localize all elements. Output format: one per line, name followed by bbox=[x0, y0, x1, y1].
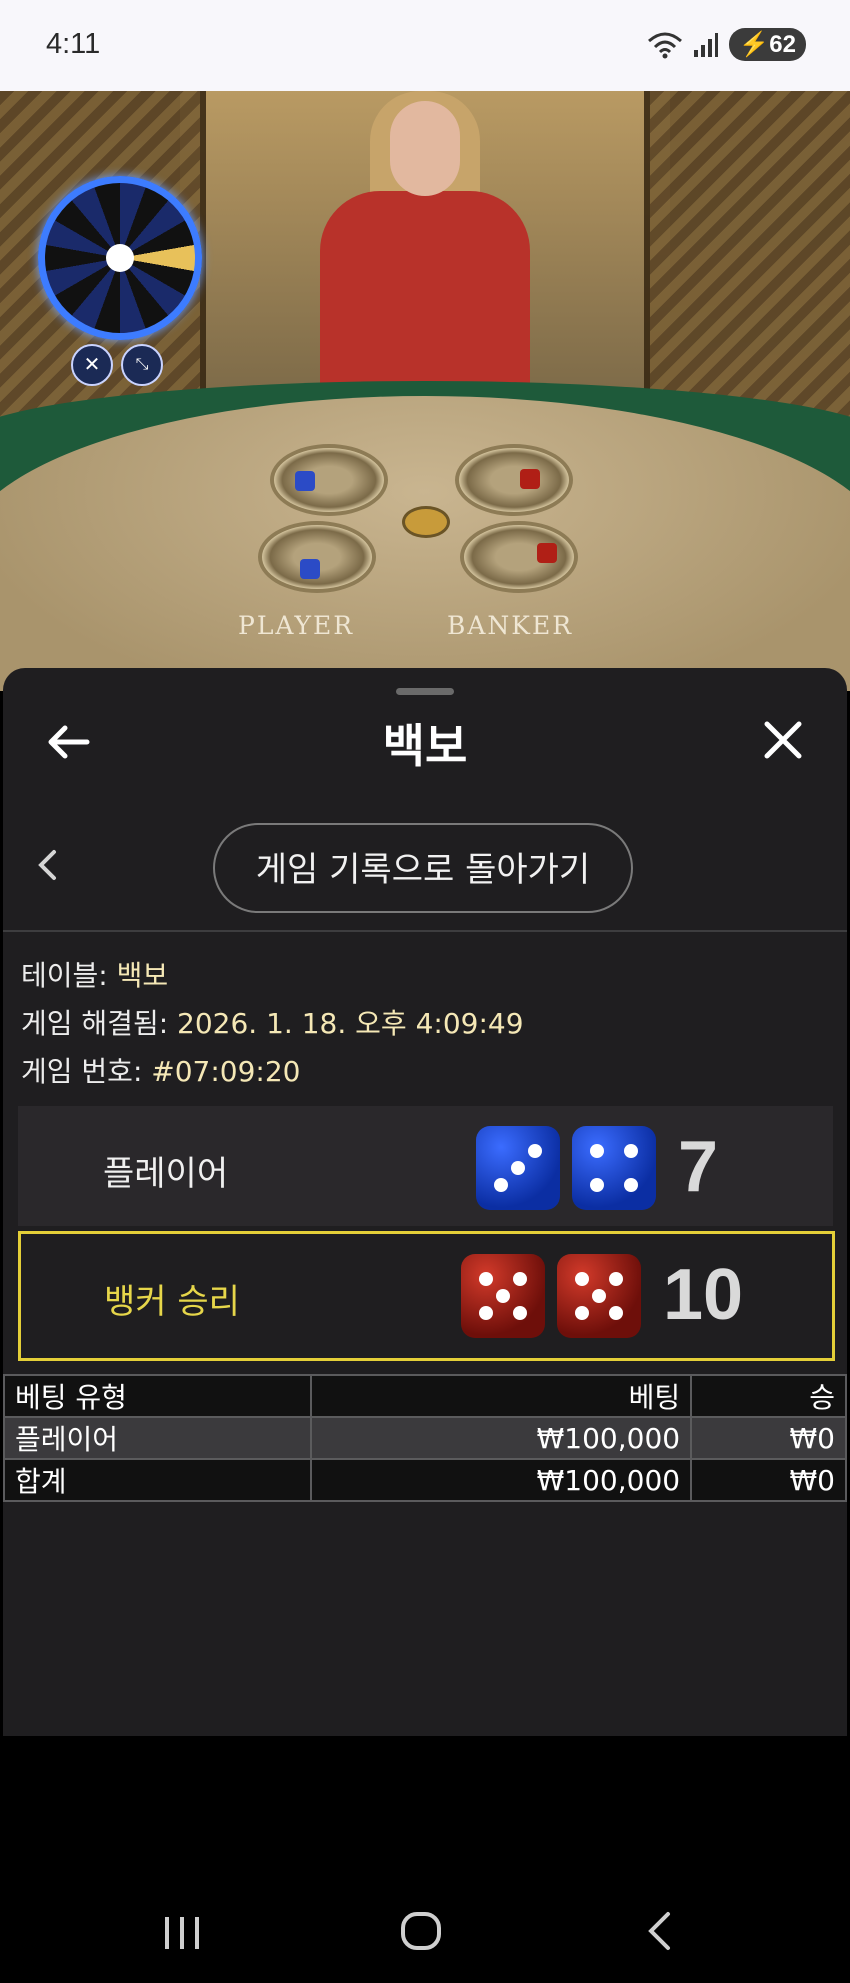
close-icon[interactable] bbox=[753, 716, 813, 776]
info-game-number: 게임 번호: #07:09:20 bbox=[21, 1055, 301, 1088]
result-row-banker: 뱅커 승리 10 bbox=[18, 1231, 835, 1361]
die-3 bbox=[476, 1126, 560, 1210]
banker-score: 10 bbox=[663, 1255, 744, 1335]
back-icon[interactable] bbox=[645, 1911, 673, 1962]
die-5 bbox=[557, 1254, 641, 1338]
home-icon[interactable] bbox=[400, 1911, 442, 1962]
recent-apps-icon[interactable] bbox=[162, 1911, 202, 1962]
player-score: 7 bbox=[678, 1127, 719, 1207]
back-to-history-button[interactable]: 게임 기록으로 돌아가기 bbox=[213, 823, 633, 913]
col-bet: 베팅 bbox=[310, 1374, 693, 1418]
status-bar: 4:11 ⚡62 bbox=[0, 0, 850, 91]
battery-indicator: ⚡62 bbox=[729, 28, 806, 61]
table-label-banker: BANKER bbox=[447, 611, 574, 640]
dice-cup bbox=[270, 444, 388, 516]
die-5 bbox=[461, 1254, 545, 1338]
table-row: 플레이어 ₩100,000 ₩0 bbox=[2, 1416, 847, 1460]
info-resolved-time: 게임 해결됨: 2026. 1. 18. 오후 4:09:49 bbox=[21, 1007, 524, 1040]
banker-win-label: 뱅커 승리 bbox=[104, 1282, 240, 1322]
system-nav-bar bbox=[0, 1736, 850, 1983]
die-4 bbox=[572, 1126, 656, 1210]
table-header-row: 베팅 유형 베팅 승 bbox=[2, 1374, 847, 1418]
signal-icon bbox=[694, 32, 719, 57]
info-table: 테이블: 백보 bbox=[21, 959, 169, 992]
dice-cup bbox=[460, 521, 578, 593]
player-dice bbox=[476, 1126, 656, 1210]
dice-cup bbox=[455, 444, 573, 516]
drag-handle[interactable] bbox=[396, 688, 454, 695]
bets-table: 베팅 유형 베팅 승 플레이어 ₩100,000 ₩0 합계 ₩100,000 … bbox=[2, 1374, 847, 1502]
col-win: 승 bbox=[690, 1374, 847, 1418]
result-row-player: 플레이어 7 bbox=[18, 1106, 833, 1226]
live-video: PLAYER BANKER ✕ ⤡ bbox=[0, 91, 850, 691]
col-bet-type: 베팅 유형 bbox=[2, 1374, 313, 1418]
dice-cup bbox=[258, 521, 376, 593]
banker-dice bbox=[461, 1254, 641, 1338]
bonus-wheel[interactable] bbox=[38, 176, 202, 340]
game-detail-sheet: 백보 게임 기록으로 돌아가기 테이블: 백보 게임 해결됨: 2026. 1.… bbox=[2, 668, 847, 1736]
status-time: 4:11 bbox=[46, 28, 101, 60]
wifi-icon bbox=[648, 32, 683, 58]
close-mini-icon[interactable]: ✕ bbox=[71, 344, 113, 386]
table-label-player: PLAYER bbox=[238, 611, 355, 640]
table-row-total: 합계 ₩100,000 ₩0 bbox=[2, 1458, 847, 1502]
page-title: 백보 bbox=[382, 719, 468, 773]
dealer-image bbox=[320, 91, 530, 411]
fullscreen-icon[interactable]: ⤡ bbox=[121, 344, 163, 386]
chevron-left-icon[interactable] bbox=[36, 846, 58, 892]
battery-level: 62 bbox=[769, 31, 796, 58]
player-label: 플레이어 bbox=[103, 1154, 229, 1194]
